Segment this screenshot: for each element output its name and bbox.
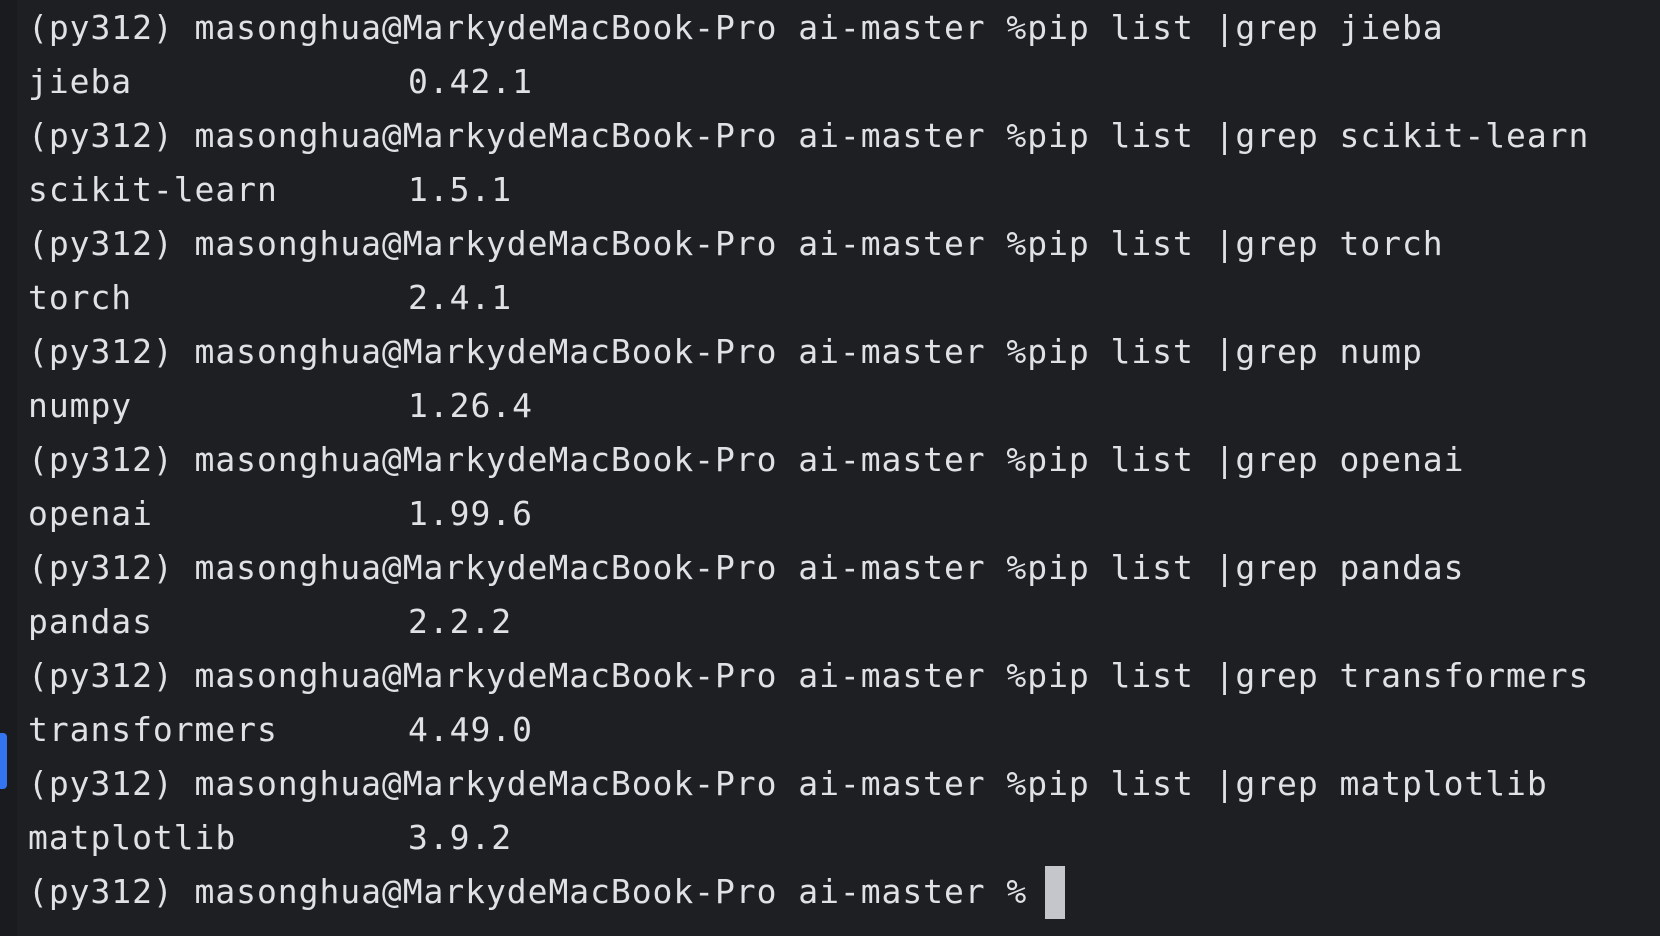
command-text: pip list |grep openai xyxy=(1027,440,1465,479)
command-line: (py312) masonghua@MarkydeMacBook-Pro ai-… xyxy=(28,6,1589,60)
prompt: (py312) masonghua@MarkydeMacBook-Pro ai-… xyxy=(28,332,1028,371)
package-name: matplotlib xyxy=(28,818,237,857)
prompt: (py312) masonghua@MarkydeMacBook-Pro ai-… xyxy=(28,116,1028,155)
package-name: transformers xyxy=(28,710,278,749)
output-line: transformers 4.49.0 xyxy=(28,708,1589,762)
command-text: pip list |grep torch xyxy=(1027,224,1444,263)
left-gutter xyxy=(0,0,17,936)
package-version: 2.4.1 xyxy=(408,278,513,317)
package-version: 0.42.1 xyxy=(408,62,533,101)
command-line: (py312) masonghua@MarkydeMacBook-Pro ai-… xyxy=(28,546,1589,600)
package-name: torch xyxy=(28,278,133,317)
output-line: matplotlib 3.9.2 xyxy=(28,816,1589,870)
terminal-output: (py312) masonghua@MarkydeMacBook-Pro ai-… xyxy=(28,6,1589,924)
command-text: pip list |grep nump xyxy=(1027,332,1423,371)
package-version: 2.2.2 xyxy=(408,602,513,641)
output-line: jieba 0.42.1 xyxy=(28,60,1589,114)
command-text: pip list |grep scikit-learn xyxy=(1027,116,1590,155)
package-name: pandas xyxy=(28,602,153,641)
command-line: (py312) masonghua@MarkydeMacBook-Pro ai-… xyxy=(28,762,1589,816)
output-line: numpy 1.26.4 xyxy=(28,384,1589,438)
command-line: (py312) masonghua@MarkydeMacBook-Pro ai-… xyxy=(28,222,1589,276)
output-line: torch 2.4.1 xyxy=(28,276,1589,330)
command-line: (py312) masonghua@MarkydeMacBook-Pro ai-… xyxy=(28,438,1589,492)
prompt: (py312) masonghua@MarkydeMacBook-Pro ai-… xyxy=(28,656,1028,695)
command-text: pip list |grep matplotlib xyxy=(1027,764,1548,803)
prompt: (py312) masonghua@MarkydeMacBook-Pro ai-… xyxy=(28,224,1028,263)
command-text: pip list |grep transformers xyxy=(1027,656,1590,695)
output-line: pandas 2.2.2 xyxy=(28,600,1589,654)
prompt: (py312) masonghua@MarkydeMacBook-Pro ai-… xyxy=(28,8,1028,47)
prompt: (py312) masonghua@MarkydeMacBook-Pro ai-… xyxy=(28,764,1028,803)
text-cursor xyxy=(1045,866,1066,919)
package-name: openai xyxy=(28,494,153,533)
prompt: (py312) masonghua@MarkydeMacBook-Pro ai-… xyxy=(28,548,1028,587)
package-name: jieba xyxy=(28,62,133,101)
command-line: (py312) masonghua@MarkydeMacBook-Pro ai-… xyxy=(28,654,1589,708)
command-line: (py312) masonghua@MarkydeMacBook-Pro ai-… xyxy=(28,330,1589,384)
package-version: 3.9.2 xyxy=(408,818,513,857)
command-line: (py312) masonghua@MarkydeMacBook-Pro ai-… xyxy=(28,114,1589,168)
package-version: 4.49.0 xyxy=(408,710,533,749)
command-text: pip list |grep jieba xyxy=(1027,8,1444,47)
prompt: (py312) masonghua@MarkydeMacBook-Pro ai-… xyxy=(28,872,1028,911)
terminal-window[interactable]: (py312) masonghua@MarkydeMacBook-Pro ai-… xyxy=(0,0,1660,936)
output-line: scikit-learn 1.5.1 xyxy=(28,168,1589,222)
package-name: numpy xyxy=(28,386,133,425)
package-version: 1.5.1 xyxy=(408,170,513,209)
prompt: (py312) masonghua@MarkydeMacBook-Pro ai-… xyxy=(28,440,1028,479)
command-text: pip list |grep pandas xyxy=(1027,548,1465,587)
output-line: openai 1.99.6 xyxy=(28,492,1589,546)
package-version: 1.99.6 xyxy=(408,494,533,533)
package-name: scikit-learn xyxy=(28,170,278,209)
package-version: 1.26.4 xyxy=(408,386,533,425)
active-prompt-line[interactable]: (py312) masonghua@MarkydeMacBook-Pro ai-… xyxy=(28,866,1589,924)
gutter-marker xyxy=(0,733,7,789)
